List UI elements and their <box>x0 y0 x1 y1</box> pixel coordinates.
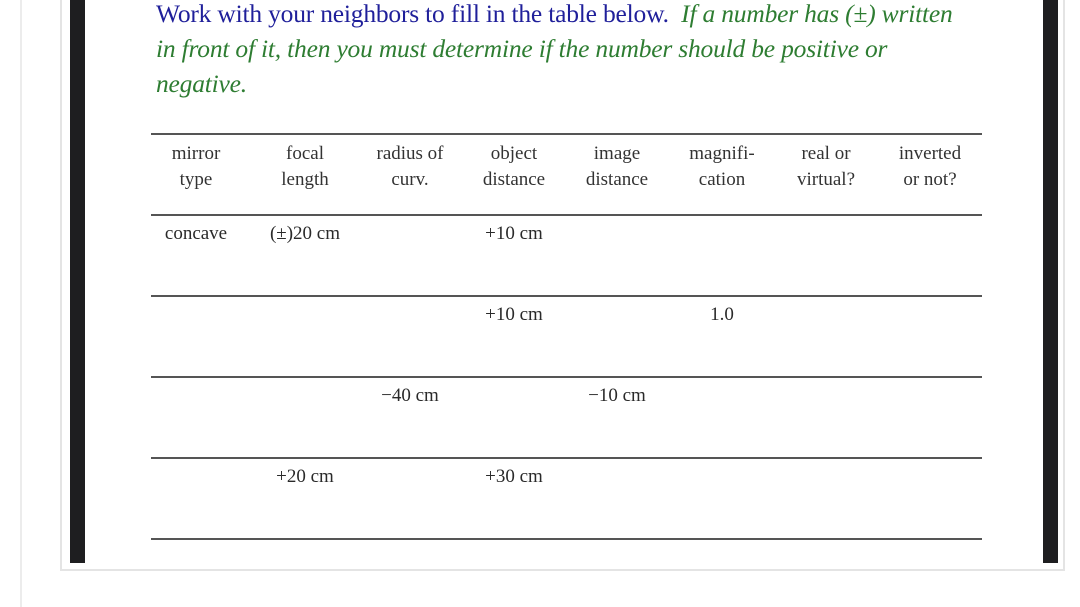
header-object-distance: object distance <box>483 141 545 193</box>
header-line2: virtual? <box>796 169 856 190</box>
row-rule <box>151 457 982 459</box>
row-rule <box>151 295 982 297</box>
row-rule <box>151 538 982 540</box>
header-line2: cation <box>698 169 746 190</box>
header-mirror-type: mirror type <box>172 141 221 193</box>
header-magnification: magnifi-cation <box>689 141 754 193</box>
instructions-lead: Work with your neighbors to fill in the … <box>156 0 669 28</box>
cell-object-distance[interactable]: +10 cm <box>485 221 543 247</box>
cell-image-distance[interactable]: −10 cm <box>588 383 646 409</box>
header-line1: inverted <box>898 143 962 164</box>
header-line1: mirror <box>171 143 221 164</box>
header-line1: object <box>490 143 538 164</box>
cell-focal-length[interactable]: +20 cm <box>276 464 334 490</box>
header-bottom-rule <box>151 214 982 216</box>
cell-object-distance[interactable]: +10 cm <box>485 302 543 328</box>
right-border-bar <box>1043 0 1058 563</box>
page-edge-rule <box>20 0 22 607</box>
header-focal-length: focal length <box>281 141 329 193</box>
header-line1: radius of <box>376 143 444 164</box>
row-rule <box>151 376 982 378</box>
header-inverted-or-not: inverted or not? <box>899 141 961 193</box>
cell-mirror-type[interactable]: concave <box>165 221 227 247</box>
header-line2: or not? <box>903 169 957 190</box>
header-line1: image <box>593 143 641 164</box>
header-line1: magnifi- <box>689 143 755 164</box>
cell-object-distance[interactable]: +30 cm <box>485 464 543 490</box>
header-radius-of-curvature: radius of curv. <box>376 141 443 193</box>
header-line2: type <box>179 169 213 190</box>
header-real-or-virtual: real or virtual? <box>797 141 855 193</box>
cell-magnification[interactable]: 1.0 <box>710 302 734 328</box>
table-top-rule <box>151 133 982 135</box>
header-line2: curv. <box>391 169 429 190</box>
header-image-distance: image distance <box>586 141 648 193</box>
header-line2: distance <box>585 169 649 190</box>
header-line2: length <box>281 169 329 190</box>
header-line2: distance <box>482 169 546 190</box>
header-line1: real or <box>801 143 851 164</box>
left-border-bar <box>70 0 85 563</box>
header-line1: focal <box>286 143 324 164</box>
instructions: Work with your neighbors to fill in the … <box>156 0 976 101</box>
cell-focal-length[interactable]: (±)20 cm <box>270 221 340 247</box>
cell-radius-of-curvature[interactable]: −40 cm <box>381 383 439 409</box>
